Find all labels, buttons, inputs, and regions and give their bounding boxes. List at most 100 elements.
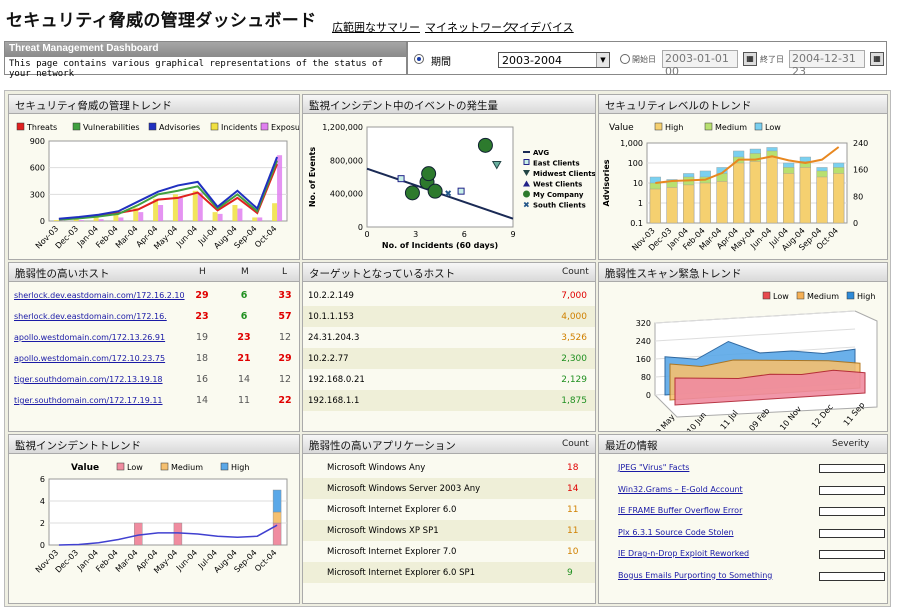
panel-title: 脆弱性の高いアプリケーション Count	[303, 435, 595, 454]
count-high: 14	[195, 395, 209, 406]
table-row: Microsoft Internet Explorer 6.0 SP1 9	[303, 562, 595, 583]
host-ip: 192.168.1.1	[308, 396, 360, 406]
bar	[78, 220, 84, 221]
legend-label: High	[665, 123, 683, 132]
count-high: 23	[195, 311, 209, 322]
table-row: apollo.westdomain.com/172.13.26.91 19 23 12	[9, 327, 299, 348]
y-tick-label: 1	[638, 199, 643, 208]
legend-swatch	[523, 159, 530, 165]
count-low: 22	[278, 395, 292, 406]
count-medium: 14	[237, 374, 251, 385]
list-item: Plx 6.3.1 Source Code Stolen	[599, 522, 887, 543]
y-tick-label: 0	[853, 219, 858, 228]
host-link[interactable]: sherlock.dev.eastdomain.com/172.16.	[14, 312, 167, 321]
y-tick-label: 6	[40, 475, 45, 484]
legend-label: Threats	[26, 123, 57, 132]
table-row: tiger.southdomain.com/172.17.19.11 14 11 22	[9, 390, 299, 411]
y-axis-label: No. of Events	[308, 147, 317, 207]
info-link[interactable]: Win32.Grams – E-Gold Account	[618, 485, 743, 494]
count-medium: 6	[240, 311, 248, 322]
table-row: tiger.southdomain.com/172.13.19.18 16 14 12	[9, 369, 299, 390]
period-select[interactable]: 2003-2004 ▼	[498, 52, 610, 68]
host-count: 1,875	[561, 396, 587, 406]
chevron-down-icon[interactable]: ▼	[596, 53, 609, 67]
info-link[interactable]: IE FRAME Buffer Overflow Error	[618, 506, 742, 515]
host-link[interactable]: tiger.southdomain.com/172.13.19.18	[14, 375, 163, 384]
table-row: 10.2.2.149 7,000	[303, 285, 595, 306]
y-tick-label: 1,000	[620, 139, 643, 148]
y-tick-label: 600	[30, 164, 45, 173]
host-count: 3,526	[561, 333, 587, 343]
legend-swatch	[523, 170, 530, 176]
end-date-field[interactable]: 2004-12-31 23	[789, 50, 865, 78]
col-m: M	[241, 267, 249, 277]
x-tick-label: Jun-04	[174, 224, 199, 249]
calendar-icon[interactable]: ▦	[743, 52, 757, 66]
host-link[interactable]: sherlock.dev.eastdomain.com/172.16.2.10	[14, 291, 185, 300]
x-axis-label: No. of Incidents (60 days)	[382, 241, 498, 250]
period-radio[interactable]	[414, 54, 424, 64]
count-low: 57	[278, 311, 292, 322]
table-row: Microsoft Windows Any 18	[303, 457, 595, 478]
calendar-icon[interactable]: ▦	[870, 52, 884, 66]
host-ip: 10.2.2.77	[308, 354, 349, 364]
bar	[173, 522, 183, 546]
legend-swatch	[754, 122, 763, 131]
link-summary[interactable]: 広範囲なサマリー	[332, 19, 420, 35]
count-high: 18	[195, 353, 209, 364]
info-link[interactable]: Plx 6.3.1 Source Code Stolen	[618, 528, 734, 537]
count-high: 19	[195, 332, 209, 343]
y-tick-label: 0	[40, 541, 45, 550]
bar	[272, 489, 282, 513]
vuln-scan-chart: Low Medium High08016024032009 May 10 Jun 11 …	[636, 291, 878, 431]
host-link[interactable]: apollo.westdomain.com/172.10.23.75	[14, 354, 165, 363]
y-tick-label: 240	[636, 337, 651, 346]
dashboard-banner: Threat Management Dashboard This page co…	[4, 41, 407, 79]
link-my-network[interactable]: マイネットワーク	[425, 19, 513, 35]
info-link[interactable]: IE Drag-n-Drop Exploit Reworked	[618, 549, 749, 558]
date-range-radio[interactable]	[620, 54, 630, 64]
table-row: 192.168.1.1 1,875	[303, 390, 595, 411]
east-point	[457, 187, 465, 195]
bar	[98, 219, 104, 221]
info-link[interactable]: JPEG "Virus" Facts	[618, 463, 689, 472]
table-row: sherlock.dev.eastdomain.com/172.16.2.10 2…	[9, 285, 299, 306]
host-count: 7,000	[561, 291, 587, 301]
legend-label: Low	[765, 123, 781, 132]
y-tick-label: 1,200,000	[322, 123, 363, 132]
app-name: Microsoft Internet Explorer 6.0	[327, 505, 457, 515]
panel-vuln-apps: 脆弱性の高いアプリケーション Count Microsoft Windows A…	[302, 434, 596, 604]
y-tick-label: 0	[646, 391, 651, 400]
panel-title: 監視インシデント中のイベントの発生量	[303, 95, 595, 114]
app-count: 18	[567, 463, 579, 473]
panel-title-text: 最近の情報	[605, 440, 658, 452]
severity-bar	[819, 528, 885, 538]
bar	[783, 173, 795, 224]
legend-swatch: ✖	[523, 201, 530, 210]
legend-swatch	[160, 462, 169, 471]
panel-security-level: セキュリティレベルのトレンド Value High Medium Low 0.1 1 10 1…	[598, 94, 888, 260]
legend-label: My Company	[533, 191, 584, 199]
legend-label: South Clients	[533, 202, 586, 210]
severity-bar	[819, 571, 885, 581]
period-selector: 期間 2003-2004 ▼ 開始日 2003-01-01 00 ▦ 終了日 2…	[407, 41, 887, 78]
table-row: 10.1.1.153 4,000	[303, 306, 595, 327]
legend-label: Exposures	[271, 123, 300, 132]
table-row: apollo.westdomain.com/172.10.23.75 18 21 29	[9, 348, 299, 369]
app-count: 11	[567, 505, 579, 515]
col-count: Count	[562, 439, 589, 449]
bar	[816, 176, 828, 224]
legend-swatch	[796, 291, 805, 300]
host-link[interactable]: apollo.westdomain.com/172.13.26.91	[14, 333, 165, 342]
app-name: Microsoft Internet Explorer 7.0	[327, 547, 457, 557]
start-date-field[interactable]: 2003-01-01 00	[662, 50, 738, 78]
list-item: IE Drag-n-Drop Exploit Reworked	[599, 543, 887, 564]
y-tick-label: 800,000	[330, 156, 363, 165]
y-tick-label: 10	[633, 179, 643, 188]
y-tick-label: 0.1	[630, 219, 643, 228]
host-link[interactable]: tiger.southdomain.com/172.17.19.11	[14, 396, 163, 405]
bar	[212, 212, 218, 221]
link-my-devices[interactable]: マイデバイス	[508, 19, 574, 35]
legend-title: Value	[609, 123, 634, 133]
info-link[interactable]: Bogus Emails Purporting to Something	[618, 571, 772, 580]
